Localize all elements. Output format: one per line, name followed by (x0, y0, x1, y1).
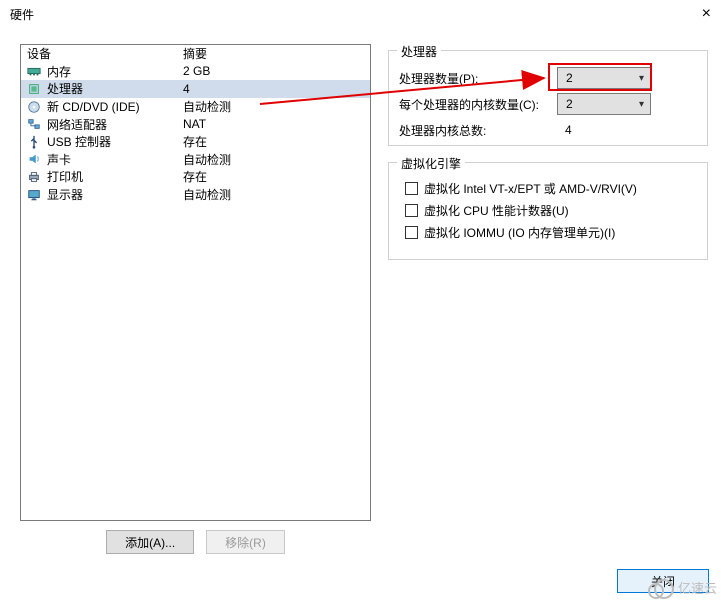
vt-checkbox[interactable] (405, 182, 418, 195)
vt-label: 虚拟化 Intel VT-x/EPT 或 AMD-V/RVI(V) (424, 180, 637, 197)
list-item[interactable]: 声卡 自动检测 (21, 151, 370, 169)
cores-per-processor-label: 每个处理器的内核数量(C): (399, 96, 551, 113)
cd-icon (27, 100, 41, 114)
cores-per-processor-value: 2 (566, 97, 573, 111)
device-summary: 自动检测 (183, 98, 370, 115)
chevron-down-icon: ▾ (639, 99, 644, 110)
device-name: 处理器 (47, 80, 83, 97)
memory-icon (27, 64, 41, 78)
device-name: USB 控制器 (47, 133, 111, 150)
device-summary: 自动检测 (183, 186, 370, 203)
list-item[interactable]: 新 CD/DVD (IDE) 自动检测 (21, 98, 370, 116)
device-summary: 自动检测 (183, 151, 370, 168)
processor-count-label: 处理器数量(P): (399, 70, 551, 87)
usb-icon (27, 135, 41, 149)
device-name: 打印机 (47, 168, 83, 185)
device-name: 网络适配器 (47, 116, 107, 133)
device-summary: 4 (183, 82, 370, 96)
hardware-list-header: 设备 摘要 (21, 45, 370, 63)
total-cores-label: 处理器内核总数: (399, 122, 551, 139)
processor-group: 处理器 处理器数量(P): 2 ▾ 每个处理器的内核数量(C): 2 ▾ 处理器… (388, 50, 708, 146)
device-summary: NAT (183, 117, 370, 131)
cores-per-processor-select[interactable]: 2 ▾ (557, 93, 651, 115)
close-icon[interactable]: × (696, 2, 717, 26)
column-header-summary: 摘要 (183, 45, 370, 62)
list-item[interactable]: 内存 2 GB (21, 63, 370, 81)
cpu-icon (27, 82, 41, 96)
perf-counter-checkbox[interactable] (405, 204, 418, 217)
processor-count-select[interactable]: 2 ▾ (557, 67, 651, 89)
close-button[interactable]: 关闭 (617, 569, 709, 593)
remove-button[interactable]: 移除(R) (206, 530, 285, 554)
processor-legend: 处理器 (397, 43, 441, 60)
list-item[interactable]: 处理器 4 (21, 80, 370, 98)
processor-count-value: 2 (566, 71, 573, 85)
total-cores-value: 4 (557, 123, 572, 137)
display-icon (27, 188, 41, 202)
iommu-label: 虚拟化 IOMMU (IO 内存管理单元)(I) (424, 224, 615, 241)
device-name: 内存 (47, 63, 71, 80)
device-name: 声卡 (47, 151, 71, 168)
perf-counter-label: 虚拟化 CPU 性能计数器(U) (424, 202, 569, 219)
device-name: 显示器 (47, 186, 83, 203)
virtualization-group: 虚拟化引擎 虚拟化 Intel VT-x/EPT 或 AMD-V/RVI(V) … (388, 162, 708, 260)
hardware-list: 设备 摘要 内存2 GB处理器4新 CD/DVD (IDE)自动检测网络适配器N… (20, 44, 371, 521)
network-icon (27, 117, 41, 131)
list-item[interactable]: 网络适配器 NAT (21, 115, 370, 133)
list-item[interactable]: USB 控制器 存在 (21, 133, 370, 151)
list-item[interactable]: 显示器 自动检测 (21, 186, 370, 204)
device-name: 新 CD/DVD (IDE) (47, 98, 140, 115)
chevron-down-icon: ▾ (639, 73, 644, 84)
virtualization-legend: 虚拟化引擎 (397, 155, 465, 172)
device-summary: 存在 (183, 133, 370, 150)
iommu-checkbox[interactable] (405, 226, 418, 239)
list-item[interactable]: 打印机 存在 (21, 168, 370, 186)
add-button[interactable]: 添加(A)... (106, 530, 194, 554)
dialog-title: 硬件 (10, 6, 34, 23)
device-summary: 2 GB (183, 64, 370, 78)
sound-icon (27, 152, 41, 166)
device-summary: 存在 (183, 168, 370, 185)
printer-icon (27, 170, 41, 184)
column-header-device: 设备 (27, 45, 183, 62)
